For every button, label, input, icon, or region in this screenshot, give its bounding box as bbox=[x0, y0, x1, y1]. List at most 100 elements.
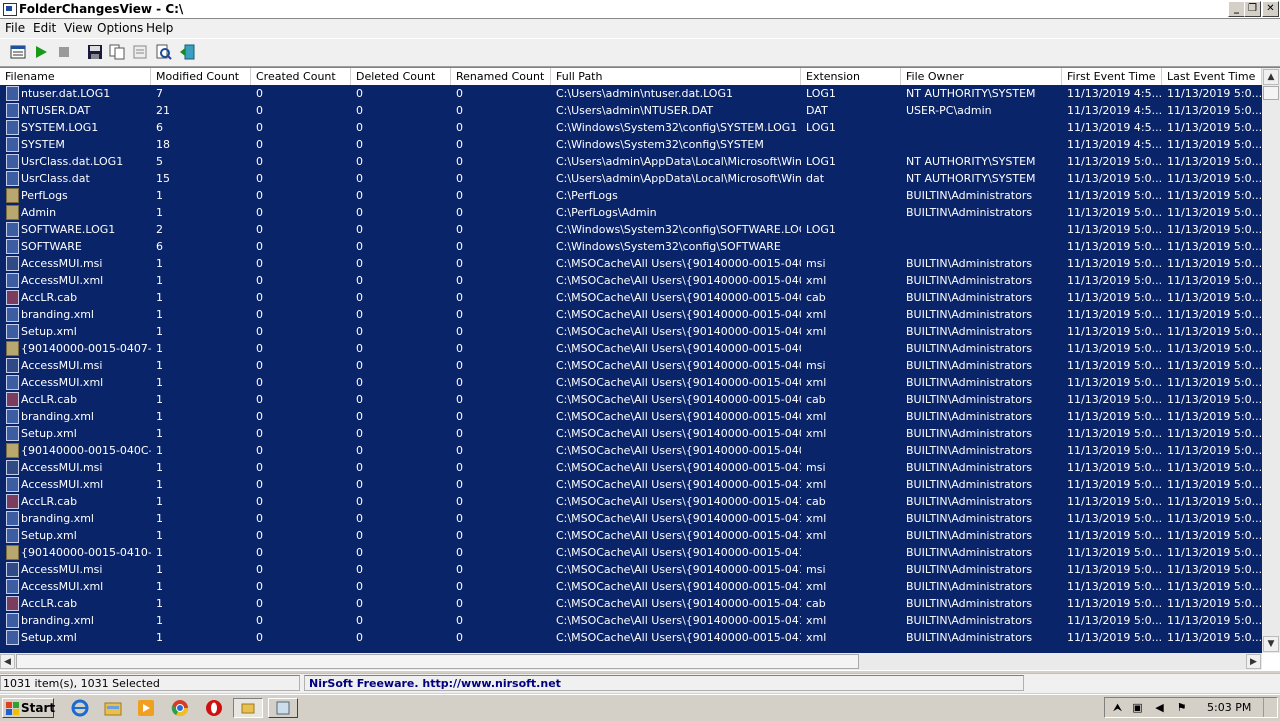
column-modified-count[interactable]: Modified Count bbox=[151, 68, 251, 85]
scroll-right-icon[interactable]: ▶ bbox=[1246, 654, 1261, 669]
table-row[interactable]: SYSTEM 18 0 0 0 C:\Windows\System32\config\SY… bbox=[0, 136, 1262, 153]
changes-list[interactable]: Filename Modified Count Created Count De… bbox=[0, 67, 1280, 671]
find-icon[interactable] bbox=[155, 43, 173, 61]
table-row[interactable]: branding.xml 1 0 0 0 C:\MSOCache\All Users\{9… bbox=[0, 306, 1262, 323]
menu-edit[interactable]: Edit bbox=[33, 21, 56, 35]
cell-name: SYSTEM bbox=[21, 138, 65, 151]
table-row[interactable]: Setup.xml 1 0 0 0 C:\MSOCache\All Users\{9014… bbox=[0, 323, 1262, 340]
menu-view[interactable]: View bbox=[64, 21, 92, 35]
column-last-event-time[interactable]: Last Event Time bbox=[1162, 68, 1262, 85]
table-row[interactable]: SYSTEM.LOG1 6 0 0 0 C:\Windows\System32\confi… bbox=[0, 119, 1262, 136]
cell-name: branding.xml bbox=[21, 614, 94, 627]
internet-explorer-icon[interactable] bbox=[71, 699, 89, 717]
table-row[interactable]: ntuser.dat.LOG1 7 0 0 0 C:\Users\admin\ntuser… bbox=[0, 85, 1262, 102]
table-row[interactable]: Setup.xml 1 0 0 0 C:\MSOCache\All Users\{9014… bbox=[0, 629, 1262, 646]
cell-mod: 1 bbox=[156, 393, 163, 406]
vertical-scroll-thumb[interactable] bbox=[1263, 86, 1279, 100]
table-row[interactable]: SOFTWARE.LOG1 2 0 0 0 C:\Windows\System32\con… bbox=[0, 221, 1262, 238]
table-row[interactable]: SOFTWARE 6 0 0 0 C:\Windows\System32\config\S… bbox=[0, 238, 1262, 255]
cell-mod: 1 bbox=[156, 478, 163, 491]
cell-ext: LOG1 bbox=[806, 87, 836, 100]
table-row[interactable]: Setup.xml 1 0 0 0 C:\MSOCache\All Users\{9014… bbox=[0, 425, 1262, 442]
cell-ext: xml bbox=[806, 308, 827, 321]
save-icon[interactable] bbox=[86, 43, 104, 61]
table-row[interactable]: branding.xml 1 0 0 0 C:\MSOCache\All Users\{9… bbox=[0, 408, 1262, 425]
cell-path: C:\Windows\System32\config\SYSTEM bbox=[556, 138, 764, 151]
cell-mod: 1 bbox=[156, 563, 163, 576]
media-player-icon[interactable] bbox=[137, 699, 155, 717]
table-row[interactable]: AccessMUI.xml 1 0 0 0 C:\MSOCache\All Users\{… bbox=[0, 374, 1262, 391]
play-icon[interactable] bbox=[32, 43, 50, 61]
horizontal-scroll-thumb[interactable] bbox=[16, 654, 859, 669]
cell-cre: 0 bbox=[256, 155, 263, 168]
table-row[interactable]: AccessMUI.msi 1 0 0 0 C:\MSOCache\All Users\{… bbox=[0, 459, 1262, 476]
table-row[interactable]: Setup.xml 1 0 0 0 C:\MSOCache\All Users\{9014… bbox=[0, 527, 1262, 544]
column-file-owner[interactable]: File Owner bbox=[901, 68, 1062, 85]
copy-icon[interactable] bbox=[108, 43, 126, 61]
column-deleted-count[interactable]: Deleted Count bbox=[351, 68, 451, 85]
cell-path: C:\MSOCache\All Users\{90140000-0015-040… bbox=[556, 444, 801, 457]
options-icon[interactable] bbox=[9, 43, 27, 61]
cell-owner: BUILTIN\Administrators bbox=[906, 614, 1033, 627]
table-row[interactable]: Admin 1 0 0 0 C:\PerfLogs\Admin BUILTIN\Admini… bbox=[0, 204, 1262, 221]
menu-file[interactable]: File bbox=[5, 21, 25, 35]
nirsoft-link[interactable]: NirSoft Freeware. http://www.nirsoft.net bbox=[304, 675, 1024, 691]
table-row[interactable]: {90140000-0015-0407-... 1 0 0 0 C:\MSOCache\A… bbox=[0, 340, 1262, 357]
network-icon[interactable]: ▣ bbox=[1131, 701, 1144, 714]
scroll-down-icon[interactable]: ▼ bbox=[1263, 636, 1279, 652]
minimize-button[interactable]: _ bbox=[1228, 1, 1245, 17]
opera-icon[interactable] bbox=[205, 699, 223, 717]
table-row[interactable]: AccLR.cab 1 0 0 0 C:\MSOCache\All Users\{9014… bbox=[0, 289, 1262, 306]
table-row[interactable]: branding.xml 1 0 0 0 C:\MSOCache\All Users\{9… bbox=[0, 612, 1262, 629]
cell-owner: BUILTIN\Administrators bbox=[906, 257, 1033, 270]
volume-icon[interactable]: ◀ bbox=[1153, 701, 1166, 714]
properties-icon[interactable] bbox=[131, 43, 149, 61]
column-full-path[interactable]: Full Path bbox=[551, 68, 801, 85]
table-row[interactable]: AccessMUI.msi 1 0 0 0 C:\MSOCache\All Users\{… bbox=[0, 561, 1262, 578]
column-renamed-count[interactable]: Renamed Count bbox=[451, 68, 551, 85]
table-row[interactable]: AccessMUI.xml 1 0 0 0 C:\MSOCache\All Users\{… bbox=[0, 578, 1262, 595]
table-row[interactable]: PerfLogs 1 0 0 0 C:\PerfLogs BUILTIN\Administr… bbox=[0, 187, 1262, 204]
table-row[interactable]: UsrClass.dat.LOG1 5 0 0 0 C:\Users\admin\AppD… bbox=[0, 153, 1262, 170]
table-row[interactable]: AccessMUI.msi 1 0 0 0 C:\MSOCache\All Users\{… bbox=[0, 255, 1262, 272]
scroll-up-icon[interactable]: ▲ bbox=[1263, 69, 1279, 85]
close-button[interactable]: ✕ bbox=[1262, 1, 1279, 17]
explorer-icon[interactable] bbox=[104, 699, 122, 717]
horizontal-scrollbar[interactable]: ◀ ▶ bbox=[0, 653, 1262, 670]
cell-first: 11/13/2019 5:0... bbox=[1067, 308, 1162, 321]
table-row[interactable]: AccLR.cab 1 0 0 0 C:\MSOCache\All Users\{9014… bbox=[0, 391, 1262, 408]
menu-options[interactable]: Options bbox=[97, 21, 143, 35]
start-button[interactable]: Start bbox=[2, 698, 55, 718]
flag-icon[interactable]: ⚑ bbox=[1175, 701, 1188, 714]
table-row[interactable]: AccessMUI.xml 1 0 0 0 C:\MSOCache\All Users\{… bbox=[0, 476, 1262, 493]
cell-mod: 1 bbox=[156, 257, 163, 270]
table-row[interactable]: AccessMUI.msi 1 0 0 0 C:\MSOCache\All Users\{… bbox=[0, 357, 1262, 374]
cell-mod: 6 bbox=[156, 121, 163, 134]
column-extension[interactable]: Extension bbox=[801, 68, 901, 85]
table-row[interactable]: AccLR.cab 1 0 0 0 C:\MSOCache\All Users\{9014… bbox=[0, 595, 1262, 612]
column-first-event-time[interactable]: First Event Time bbox=[1062, 68, 1162, 85]
cell-first: 11/13/2019 5:0... bbox=[1067, 410, 1162, 423]
show-desktop-button[interactable] bbox=[1263, 698, 1274, 717]
scroll-left-icon[interactable]: ◀ bbox=[0, 654, 15, 669]
chrome-icon[interactable] bbox=[171, 699, 189, 717]
taskbar-app[interactable] bbox=[268, 698, 298, 718]
cell-path: C:\MSOCache\All Users\{90140000-0015-040… bbox=[556, 308, 801, 321]
exit-icon[interactable] bbox=[178, 43, 196, 61]
table-row[interactable]: NTUSER.DAT 21 0 0 0 C:\Users\admin\NTUSER.DAT… bbox=[0, 102, 1262, 119]
column-created-count[interactable]: Created Count bbox=[251, 68, 351, 85]
table-row[interactable]: AccLR.cab 1 0 0 0 C:\MSOCache\All Users\{9014… bbox=[0, 493, 1262, 510]
table-row[interactable]: branding.xml 1 0 0 0 C:\MSOCache\All Users\{9… bbox=[0, 510, 1262, 527]
show-hidden-icons-icon[interactable]: ⮝ bbox=[1111, 701, 1124, 714]
table-row[interactable]: {90140000-0015-040C-... 1 0 0 0 C:\MSOCache\A… bbox=[0, 442, 1262, 459]
menu-help[interactable]: Help bbox=[146, 21, 173, 35]
cell-last: 11/13/2019 5:0... bbox=[1167, 427, 1262, 440]
table-row[interactable]: UsrClass.dat 15 0 0 0 C:\Users\admin\AppData\… bbox=[0, 170, 1262, 187]
table-row[interactable]: {90140000-0015-0410-... 1 0 0 0 C:\MSOCache\A… bbox=[0, 544, 1262, 561]
taskbar-folderchangesview[interactable] bbox=[233, 698, 263, 718]
table-row[interactable]: AccessMUI.xml 1 0 0 0 C:\MSOCache\All Users\{… bbox=[0, 272, 1262, 289]
vertical-scrollbar[interactable]: ▲ ▼ bbox=[1262, 68, 1280, 653]
clock[interactable]: 5:03 PM bbox=[1207, 701, 1251, 714]
column-filename[interactable]: Filename bbox=[0, 68, 151, 85]
maximize-button[interactable]: ❐ bbox=[1244, 1, 1261, 17]
